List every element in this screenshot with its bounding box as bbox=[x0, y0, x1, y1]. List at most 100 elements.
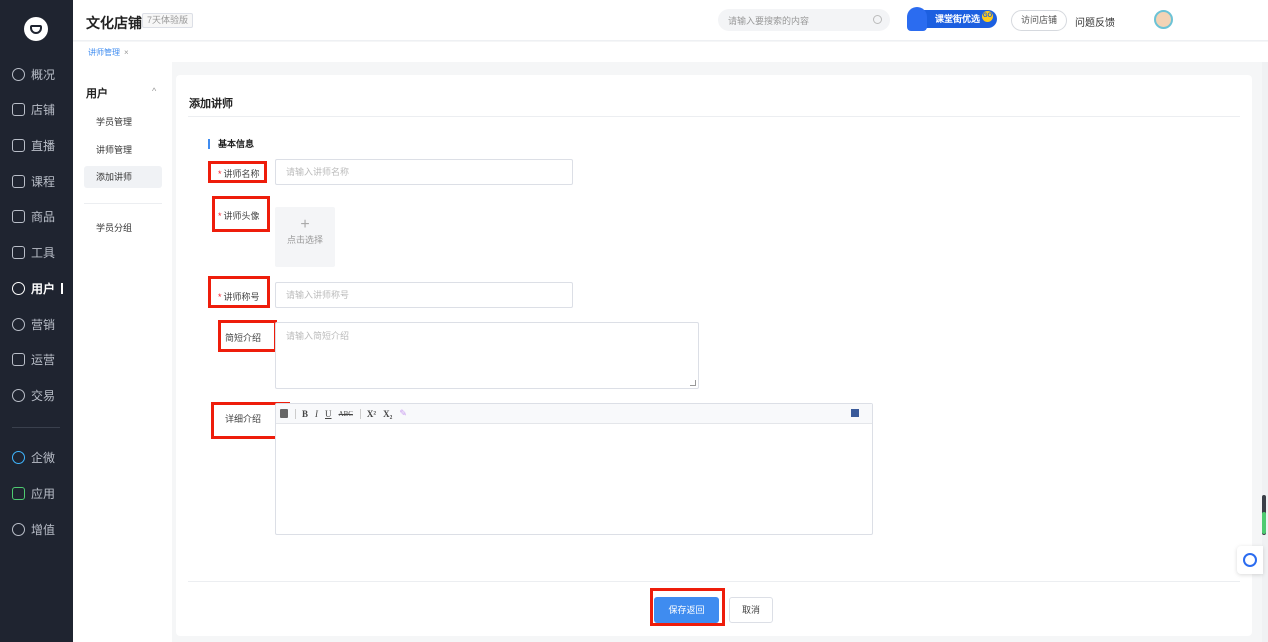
live-icon bbox=[12, 138, 25, 152]
nav-item-overview[interactable]: 概况 bbox=[12, 64, 55, 84]
add-teacher-card: 添加讲师 基本信息 * 讲师名称 请输入讲师名称 * 讲师头像 + 点击选择 * 讲师… bbox=[176, 75, 1252, 636]
nav-label: 工具 bbox=[31, 245, 56, 260]
nav-item-course[interactable]: 课程 bbox=[12, 171, 55, 191]
italic-button[interactable]: I bbox=[315, 409, 318, 419]
highlight-box bbox=[208, 161, 267, 183]
nav-item-user[interactable]: 用户 bbox=[12, 278, 64, 298]
section-title: 基本信息 bbox=[208, 139, 254, 149]
subscript-button[interactable]: X₂ bbox=[383, 409, 392, 419]
mascot-icon bbox=[907, 7, 927, 31]
search-input[interactable]: 请输入要搜索的内容 bbox=[718, 9, 890, 31]
page-title: 添加讲师 bbox=[189, 98, 233, 110]
close-icon[interactable]: × bbox=[124, 48, 129, 57]
brief-placeholder: 请输入简短介绍 bbox=[286, 331, 350, 341]
subnav-item-students[interactable]: 学员管理 bbox=[84, 111, 162, 133]
cancel-button[interactable]: 取消 bbox=[729, 597, 773, 623]
fullscreen-icon[interactable] bbox=[851, 409, 859, 417]
course-icon bbox=[12, 174, 25, 188]
nav-label: 概况 bbox=[31, 67, 56, 82]
toolbar-divider bbox=[359, 408, 361, 419]
subnav-item-groups[interactable]: 学员分组 bbox=[84, 217, 162, 239]
subnav-item-teachers[interactable]: 讲师管理 bbox=[84, 139, 162, 161]
dashboard-icon bbox=[12, 67, 25, 81]
feedback-link[interactable]: 问题反馈 bbox=[1075, 14, 1115, 29]
nav-label: 营销 bbox=[31, 317, 56, 332]
main-sidebar: 概况 店铺 直播 课程 商品 工具 用户 营销 运营 交易 企微 应用 增值 bbox=[0, 0, 73, 642]
floating-help-button[interactable] bbox=[1237, 546, 1263, 574]
avatar[interactable] bbox=[1154, 10, 1173, 29]
nav-item-trade[interactable]: 交易 bbox=[12, 385, 55, 405]
subnav-title[interactable]: 用户 bbox=[86, 85, 108, 101]
search-placeholder: 请输入要搜索的内容 bbox=[728, 15, 810, 26]
eraser-icon[interactable]: ✎ bbox=[399, 408, 407, 419]
top-header: 文化店铺 7天体验版 请输入要搜索的内容 课堂街优选 GO 访问店铺 问题反馈 bbox=[73, 0, 1268, 41]
value-added-icon bbox=[12, 522, 25, 536]
go-badge: GO bbox=[982, 11, 993, 22]
paste-icon[interactable] bbox=[280, 409, 288, 418]
nav-item-live[interactable]: 直播 bbox=[12, 135, 55, 155]
underline-button[interactable]: U bbox=[325, 409, 332, 419]
promo-banner[interactable]: 课堂街优选 GO bbox=[907, 7, 997, 31]
teacher-name-input[interactable]: 请输入讲师名称 bbox=[275, 159, 573, 185]
highlight-box bbox=[212, 196, 270, 232]
shop-icon bbox=[12, 102, 25, 116]
app-logo[interactable] bbox=[24, 17, 48, 41]
user-icon bbox=[12, 281, 25, 295]
scroll-indicator bbox=[1262, 512, 1266, 534]
nav-item-goods[interactable]: 商品 bbox=[12, 206, 55, 226]
toolbox-icon bbox=[12, 245, 25, 259]
active-indicator bbox=[61, 282, 64, 294]
avatar-upload[interactable]: + 点击选择 bbox=[275, 207, 335, 267]
nav-label: 增值 bbox=[31, 522, 56, 537]
highlight-box bbox=[208, 276, 270, 308]
teacher-title-input[interactable]: 请输入讲师称号 bbox=[275, 282, 573, 308]
promo-label: 课堂街优选 bbox=[935, 14, 981, 24]
nav-label: 用户 bbox=[31, 281, 56, 296]
nav-label: 直播 bbox=[31, 138, 56, 153]
nav-label: 店铺 bbox=[31, 102, 56, 117]
nav-item-value-added[interactable]: 增值 bbox=[12, 519, 55, 539]
upload-label: 点击选择 bbox=[286, 235, 323, 245]
footer-divider bbox=[188, 581, 1240, 582]
tab-bar: 讲师管理 × bbox=[73, 42, 1268, 62]
visit-shop-button[interactable]: 访问店铺 bbox=[1011, 10, 1068, 31]
subnav-item-add-teacher[interactable]: 添加讲师 bbox=[84, 166, 162, 188]
brief-textarea[interactable]: 请输入简短介绍 bbox=[275, 322, 699, 389]
nav-label: 课程 bbox=[31, 174, 56, 189]
toolbar-divider bbox=[295, 408, 296, 419]
help-icon bbox=[1243, 553, 1257, 567]
tab-teacher-management[interactable]: 讲师管理 × bbox=[88, 47, 129, 58]
operation-icon bbox=[12, 352, 25, 366]
marketing-icon bbox=[12, 317, 25, 331]
nav-item-apps[interactable]: 应用 bbox=[12, 483, 55, 503]
bold-button[interactable]: B bbox=[302, 409, 308, 419]
apps-icon bbox=[12, 486, 25, 500]
trade-icon bbox=[12, 388, 25, 402]
goods-icon bbox=[12, 209, 25, 223]
wecom-icon bbox=[12, 450, 25, 464]
search-icon[interactable] bbox=[873, 15, 882, 24]
trial-badge: 7天体验版 bbox=[142, 13, 194, 28]
subnav-divider bbox=[84, 203, 162, 204]
title-divider bbox=[188, 116, 1240, 117]
nav-label: 企微 bbox=[31, 450, 56, 465]
shop-name: 文化店铺 bbox=[86, 15, 142, 31]
plus-icon: + bbox=[300, 216, 310, 233]
editor-toolbar: B I U ABC X² X₂ ✎ bbox=[276, 404, 872, 424]
highlight-box bbox=[218, 320, 277, 352]
tab-label: 讲师管理 bbox=[88, 48, 120, 57]
nav-item-wecom[interactable]: 企微 bbox=[12, 447, 55, 467]
nav-label: 应用 bbox=[31, 486, 56, 501]
save-return-button[interactable]: 保存返回 bbox=[654, 597, 719, 623]
nav-item-shop[interactable]: 店铺 bbox=[12, 99, 55, 119]
strikethrough-button[interactable]: ABC bbox=[339, 410, 353, 418]
rich-text-editor[interactable]: B I U ABC X² X₂ ✎ bbox=[275, 403, 873, 535]
nav-label: 运营 bbox=[31, 352, 56, 367]
nav-item-tools[interactable]: 工具 bbox=[12, 242, 55, 262]
resize-handle-icon[interactable] bbox=[690, 380, 696, 386]
chevron-up-icon[interactable]: ^ bbox=[152, 86, 156, 96]
nav-item-operation[interactable]: 运营 bbox=[12, 349, 55, 369]
nav-item-marketing[interactable]: 营销 bbox=[12, 314, 55, 334]
superscript-button[interactable]: X² bbox=[367, 409, 376, 419]
secondary-sidebar: 用户 ^ 学员管理 讲师管理 添加讲师 学员分组 bbox=[73, 62, 172, 642]
